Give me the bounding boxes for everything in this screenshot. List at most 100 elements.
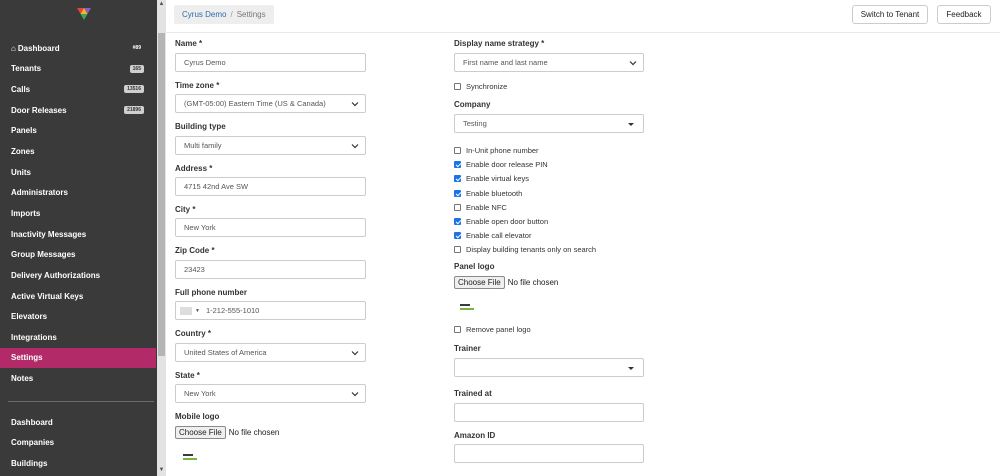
sidebar-item-buildings[interactable]: Buildings: [0, 453, 156, 474]
enable-nfc-checkbox[interactable]: Enable NFC: [454, 203, 507, 212]
sidebar-item-label: Dashboard: [17, 43, 60, 53]
switch-to-tenant-button[interactable]: Switch to Tenant: [852, 5, 928, 24]
chevron-down-icon: [351, 102, 359, 107]
display-building-tenants-only-on-search-checkbox[interactable]: Display building tenants only on search: [454, 245, 596, 254]
checkbox-icon[interactable]: [454, 246, 461, 254]
sidebar-item-label: Imports: [11, 208, 41, 218]
scroll-up-icon[interactable]: ▲: [158, 1, 165, 7]
trained-at-label: Trained at: [454, 389, 492, 398]
remove-panel-logo-label: Remove panel logo: [466, 325, 531, 334]
enable-virtual-keys-checkbox[interactable]: Enable virtual keys: [454, 174, 529, 183]
zip-input[interactable]: 23423: [175, 260, 366, 279]
checkbox-icon[interactable]: [454, 203, 461, 211]
city-input[interactable]: New York: [175, 218, 366, 237]
sidebar-item-delivery-authorizations[interactable]: Delivery Authorizations: [0, 265, 156, 286]
panel-logo-choose-file-button[interactable]: Choose File: [454, 276, 505, 289]
sidebar-item-panels[interactable]: Panels: [0, 121, 156, 142]
address-input[interactable]: 4715 42nd Ave SW: [175, 177, 366, 196]
sidebar-item-units[interactable]: Units: [0, 162, 156, 183]
checkbox-checked-icon[interactable]: [454, 218, 461, 225]
panel-logo-file-input[interactable]: Choose File No file chosen: [454, 276, 558, 289]
address-value: 4715 42nd Ave SW: [184, 182, 249, 191]
timezone-value: (GMT-05:00) Eastern Time (US & Canada): [184, 99, 326, 108]
name-input[interactable]: Cyrus Demo: [175, 53, 366, 72]
timezone-select[interactable]: (GMT-05:00) Eastern Time (US & Canada): [175, 94, 366, 113]
display-name-select[interactable]: First name and last name: [454, 53, 644, 72]
in-unit-phone-number-checkbox[interactable]: In-Unit phone number: [454, 146, 539, 155]
sidebar-item-integrations[interactable]: Integrations: [0, 327, 156, 348]
feedback-button[interactable]: Feedback: [937, 5, 991, 24]
sidebar-item-label: Delivery Authorizations: [11, 270, 101, 280]
company-label: Company: [454, 100, 491, 109]
sidebar: ⌂ Dashboard #89 Tenants 165 Calls 13516 Door Re…: [0, 0, 166, 476]
sidebar-item-administrators[interactable]: Administrators: [0, 182, 156, 203]
sidebar-item-label: Panels: [11, 126, 37, 136]
building-type-select[interactable]: Multi family: [175, 136, 366, 155]
scroll-down-icon[interactable]: ▼: [158, 467, 165, 473]
sidebar-item-zones[interactable]: Zones: [0, 141, 156, 162]
amazon-id-label: Amazon ID: [454, 431, 496, 440]
country-flag-icon[interactable]: [180, 306, 192, 315]
checkbox-checked-icon[interactable]: [454, 175, 461, 183]
sidebar-item-calls[interactable]: Calls 13516: [0, 79, 156, 100]
company-select[interactable]: Testing: [454, 114, 644, 133]
enable-door-release-pin-checkbox[interactable]: Enable door release PIN: [454, 160, 548, 169]
enable-open-door-button-label: Enable open door button: [466, 217, 549, 226]
sidebar-scroll-thumb[interactable]: [158, 33, 165, 356]
country-select[interactable]: United States of America: [175, 343, 366, 362]
topbar: Cyrus Demo / Settings Switch to Tenant F…: [166, 0, 1000, 33]
sidebar-item-group-messages[interactable]: Group Messages: [0, 244, 156, 265]
sidebar-item-label: Companies: [11, 438, 55, 448]
count-badge: #89: [132, 45, 141, 51]
trainer-select[interactable]: [454, 358, 644, 377]
display-building-tenants-only-on-search-label: Display building tenants only on search: [466, 245, 597, 255]
building-type-value: Multi family: [184, 141, 222, 150]
mobile-logo-choose-file-button[interactable]: Choose File: [175, 426, 226, 439]
sidebar-item-dashboard[interactable]: Dashboard: [0, 412, 156, 433]
state-select[interactable]: New York: [175, 384, 366, 403]
home-icon: ⌂: [11, 43, 16, 53]
sidebar-item-imports[interactable]: Imports: [0, 203, 156, 224]
name-label: Name *: [175, 39, 203, 48]
sidebar-item-label: Integrations: [11, 332, 57, 342]
sidebar-item-companies[interactable]: Companies: [0, 433, 156, 454]
sidebar-item-dashboard[interactable]: ⌂ Dashboard #89: [0, 38, 156, 59]
trained-at-input[interactable]: [454, 403, 644, 422]
breadcrumb-link[interactable]: Cyrus Demo: [182, 10, 226, 19]
sidebar-item-label: Inactivity Messages: [11, 229, 87, 239]
sidebar-divider: [8, 401, 154, 402]
synchronize-checkbox[interactable]: Synchronize: [454, 82, 507, 91]
sidebar-item-elevators[interactable]: Elevators: [0, 306, 156, 327]
sidebar-item-active-virtual-keys[interactable]: Active Virtual Keys: [0, 286, 156, 307]
amazon-id-input[interactable]: [454, 444, 644, 463]
sidebar-item-door-releases[interactable]: Door Releases 21896: [0, 100, 156, 121]
sidebar-nav-secondary: Dashboard Companies Buildings: [0, 412, 156, 474]
checkbox-icon[interactable]: [454, 147, 461, 154]
checkbox-checked-icon[interactable]: [454, 161, 461, 169]
sidebar-item-tenants[interactable]: Tenants 165: [0, 59, 156, 80]
sidebar-item-label: Administrators: [11, 188, 68, 198]
trainer-label: Trainer: [454, 344, 481, 353]
enable-virtual-keys-label: Enable virtual keys: [466, 174, 529, 184]
checkbox-icon[interactable]: [454, 326, 461, 333]
breadcrumb-current: Settings: [236, 10, 266, 19]
sidebar-item-settings[interactable]: Settings: [0, 347, 156, 369]
phone-value: 1-212-555-1010: [205, 306, 260, 315]
display-name-value: First name and last name: [463, 58, 548, 67]
phone-input[interactable]: ▼ 1-212-555-1010: [175, 301, 366, 320]
enable-bluetooth-checkbox[interactable]: Enable bluetooth: [454, 189, 522, 198]
enable-open-door-button-checkbox[interactable]: Enable open door button: [454, 217, 548, 226]
app-logo-icon[interactable]: [77, 8, 91, 20]
checkbox-checked-icon[interactable]: [454, 189, 461, 197]
address-label: Address *: [175, 164, 213, 173]
sidebar-item-label: Units: [11, 167, 31, 177]
state-label: State *: [175, 371, 200, 380]
remove-panel-logo-checkbox[interactable]: Remove panel logo: [454, 325, 531, 334]
checkbox-icon[interactable]: [454, 83, 461, 90]
sidebar-item-inactivity-messages[interactable]: Inactivity Messages: [0, 224, 156, 245]
sidebar-item-label: Calls: [11, 85, 31, 95]
mobile-logo-file-input[interactable]: Choose File No file chosen: [175, 426, 279, 439]
sidebar-item-notes[interactable]: Notes: [0, 368, 156, 389]
enable-call-elevator-checkbox[interactable]: Enable call elevator: [454, 231, 531, 240]
checkbox-checked-icon[interactable]: [454, 232, 461, 240]
